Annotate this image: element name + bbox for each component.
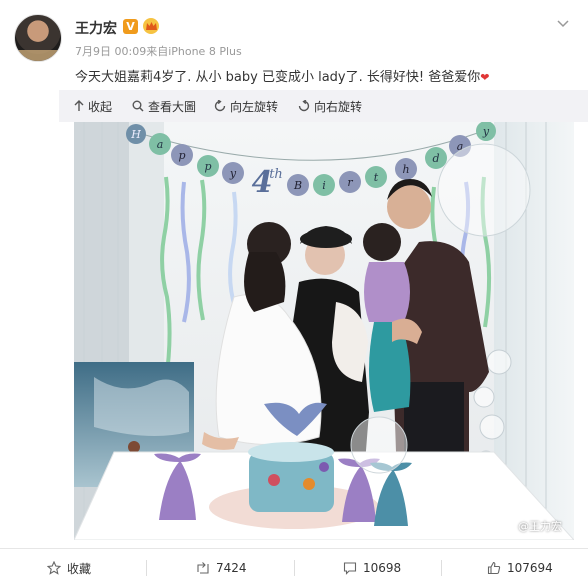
arrow-up-icon [74,100,84,111]
footer-separator [146,560,147,576]
svg-text:i: i [322,179,326,192]
rotate-right-button[interactable]: 向右旋转 [298,97,362,115]
svg-text:r: r [347,176,353,189]
svg-text:d: d [432,152,439,165]
collapse-button[interactable]: 收起 [74,97,112,115]
collect-label: 收藏 [67,561,92,576]
avatar[interactable] [14,14,62,62]
verified-badge-icon: V [123,19,138,34]
svg-text:p: p [178,149,185,162]
post-meta[interactable]: 7月9日 00:09来自iPhone 8 Plus [75,43,242,59]
heart-icon: ❤ [480,71,490,84]
svg-text:th: th [269,167,283,182]
rotate-left-icon [214,100,226,112]
birthday-photo: H a p p y 4 th B i r t h d a y [74,122,574,540]
rotate-left-label: 向左旋转 [230,99,279,114]
collect-button[interactable]: 收藏 [47,558,91,578]
footer-separator [294,560,295,576]
view-large-button[interactable]: 查看大圖 [132,97,196,115]
crown-icon [143,18,159,34]
like-button[interactable]: 107694 [487,558,553,578]
magnifier-icon [132,100,144,112]
repost-button[interactable]: 7424 [196,558,247,578]
svg-text:B: B [293,179,302,192]
svg-text:y: y [229,167,237,180]
svg-text:p: p [204,160,211,173]
view-large-label: 查看大圖 [148,99,197,114]
post-header: 王力宏 V 7月9日 00:09来自iPhone 8 Plus [0,0,588,64]
repost-icon [197,562,209,574]
comment-icon [343,562,357,575]
chevron-down-icon[interactable] [556,17,570,31]
svg-text:a: a [157,138,164,151]
footer-separator [441,560,442,576]
comment-button[interactable]: 10698 [343,558,401,578]
star-icon [47,561,61,575]
photo-watermark: @王力宏 [518,520,562,533]
post-text: 今天大姐嘉莉4岁了. 从小 baby 已变成小 lady了. 长得好快! 爸爸爱… [75,66,489,85]
rotate-right-icon [298,100,310,112]
like-count: 107694 [507,561,553,575]
rotate-right-label: 向右旋转 [314,99,363,114]
collapse-label: 收起 [88,99,113,114]
thumbs-up-icon [487,561,501,575]
svg-text:y: y [482,125,490,138]
post-photo[interactable]: H a p p y 4 th B i r t h d a y @王力宏 [74,122,574,540]
comment-count: 10698 [363,561,402,575]
post-body: 今天大姐嘉莉4岁了. 从小 baby 已变成小 lady了. 长得好快! 爸爸爱… [75,70,481,85]
repost-count: 7424 [216,561,247,575]
svg-text:H: H [130,128,141,141]
username[interactable]: 王力宏 [75,18,117,38]
svg-text:h: h [402,163,409,176]
svg-text:t: t [374,171,379,184]
rotate-left-button[interactable]: 向左旋转 [214,97,278,115]
